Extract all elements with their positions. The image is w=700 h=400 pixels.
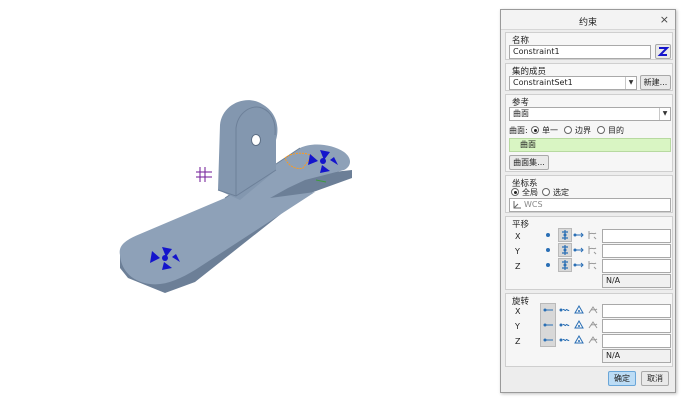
name-section: 名称 Constraint1 <box>505 32 673 60</box>
radio-intent[interactable] <box>597 126 605 134</box>
constraint-icon <box>657 47 670 56</box>
function-rotation-icon[interactable] <box>587 334 599 346</box>
name-color-button[interactable] <box>655 44 671 59</box>
function-icon[interactable] <box>586 229 598 241</box>
radio-selected-label: 选定 <box>553 188 569 197</box>
reference-type-value: 曲面 <box>513 109 529 118</box>
radio-global-label: 全局 <box>522 188 538 197</box>
fixed-rotation-icon[interactable] <box>558 334 570 346</box>
fixed-rotation-icon[interactable] <box>558 304 570 316</box>
rotation-z-label: Z <box>515 337 521 346</box>
name-input[interactable]: Constraint1 <box>509 45 651 59</box>
rotation-z-input[interactable] <box>602 334 671 348</box>
fixed-rotation-icon[interactable] <box>558 319 570 331</box>
radio-boundary[interactable] <box>564 126 572 134</box>
surface-label: 曲面: <box>509 126 528 135</box>
close-icon[interactable]: × <box>660 13 669 26</box>
radio-boundary-label: 边界 <box>575 126 591 135</box>
prescribed-icon[interactable] <box>572 259 584 271</box>
translation-label: 平移 <box>512 220 530 230</box>
cancel-button[interactable]: 取消 <box>641 371 669 386</box>
rotation-label: 旋转 <box>512 297 530 307</box>
prescribed-rotation-icon[interactable] <box>573 304 585 316</box>
csys-icon <box>513 201 521 209</box>
chevron-down-icon[interactable]: ▼ <box>659 108 670 120</box>
translation-z-label: Z <box>515 262 521 271</box>
free-rotation-icon[interactable] <box>542 304 554 316</box>
fixed-icon[interactable] <box>559 244 571 256</box>
radio-selected[interactable] <box>542 188 550 196</box>
set-member-section: 集的成员 ConstraintSet1 ▼ 新建... <box>505 63 673 91</box>
surface-collector[interactable]: 曲面 <box>509 138 671 152</box>
dialog-title: 约束 <box>578 18 597 28</box>
free-icon[interactable] <box>542 229 554 241</box>
surface-set-button[interactable]: 曲面集... <box>509 155 549 170</box>
csys-value: WCS <box>524 200 543 209</box>
prescribed-rotation-icon[interactable] <box>573 319 585 331</box>
rotation-units-field[interactable]: N/A <box>602 349 671 363</box>
prescribed-icon[interactable] <box>572 229 584 241</box>
free-icon[interactable] <box>542 244 554 256</box>
function-rotation-icon[interactable] <box>587 304 599 316</box>
radio-intent-label: 目的 <box>608 126 624 135</box>
translation-units-field[interactable]: N/A <box>602 274 671 288</box>
translation-y-label: Y <box>515 247 520 256</box>
prescribed-rotation-icon[interactable] <box>573 334 585 346</box>
part-model <box>119 100 352 293</box>
function-icon[interactable] <box>586 259 598 271</box>
csys-field[interactable]: WCS <box>509 198 671 212</box>
set-member-value: ConstraintSet1 <box>513 78 573 87</box>
translation-x-label: X <box>515 232 521 241</box>
dialog-titlebar[interactable]: 约束 × <box>501 10 675 30</box>
translation-x-input[interactable] <box>602 229 671 243</box>
prescribed-icon[interactable] <box>572 244 584 256</box>
translation-z-input[interactable] <box>602 259 671 273</box>
rotation-y-label: Y <box>515 322 520 331</box>
reference-section: 参考 曲面 ▼ 曲面: 单一 边界 目的 曲面 曲面集... <box>505 94 673 172</box>
function-icon[interactable] <box>586 244 598 256</box>
new-set-button[interactable]: 新建... <box>640 75 671 90</box>
free-rotation-icon[interactable] <box>542 334 554 346</box>
csys-section: 坐标系 全局 选定 WCS <box>505 175 673 213</box>
free-rotation-icon[interactable] <box>542 319 554 331</box>
set-member-select[interactable]: ConstraintSet1 ▼ <box>509 76 637 90</box>
fixed-icon[interactable] <box>559 229 571 241</box>
radio-single-label: 单一 <box>542 126 558 135</box>
radio-single[interactable] <box>531 126 539 134</box>
chevron-down-icon[interactable]: ▼ <box>625 77 636 89</box>
translation-y-input[interactable] <box>602 244 671 258</box>
hatch-marker-icon <box>196 167 212 182</box>
reference-type-select[interactable]: 曲面 ▼ <box>509 107 671 121</box>
function-rotation-icon[interactable] <box>587 319 599 331</box>
constraint-dialog: 约束 × 名称 Constraint1 集的成员 ConstraintSet1 … <box>500 9 676 393</box>
fixed-icon[interactable] <box>559 259 571 271</box>
radio-global[interactable] <box>511 188 519 196</box>
ok-button[interactable]: 确定 <box>608 371 636 386</box>
rotation-x-input[interactable] <box>602 304 671 318</box>
free-icon[interactable] <box>542 259 554 271</box>
translation-section: 平移 X Y Z N/A <box>505 216 673 290</box>
rotation-section: 旋转 X Y Z N/A <box>505 293 673 367</box>
rotation-y-input[interactable] <box>602 319 671 333</box>
rotation-x-label: X <box>515 307 521 316</box>
